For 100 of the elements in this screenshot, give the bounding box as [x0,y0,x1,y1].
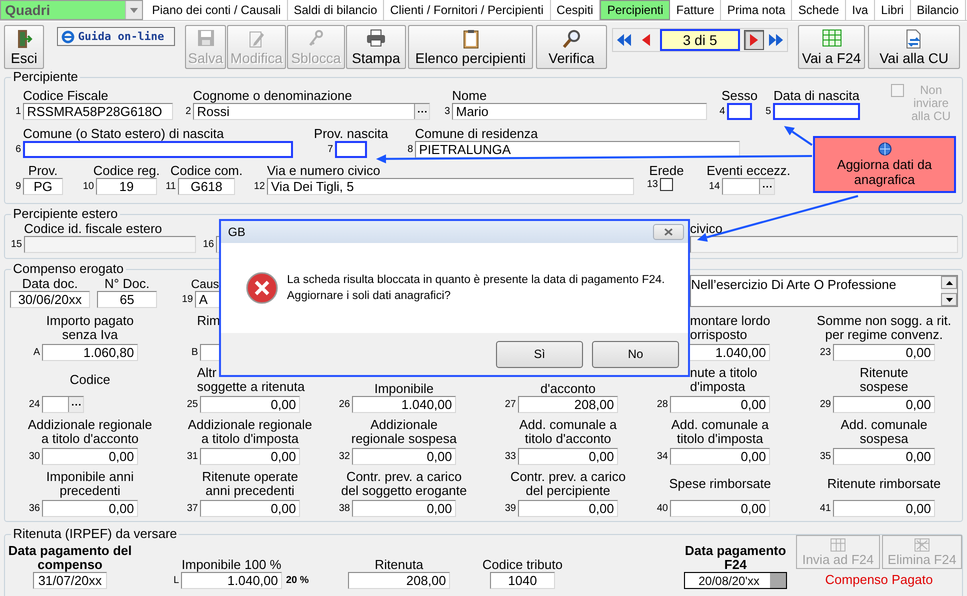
input-field[interactable] [773,103,860,120]
pager-button[interactable] [744,30,764,50]
toolbar-button[interactable]: Esci [4,25,44,69]
lookup-button[interactable] [414,104,429,119]
input-field[interactable]: Rossi [193,103,430,120]
field-number: 10 [82,180,94,192]
toolbar-button[interactable]: Vai a F24 [798,25,865,69]
field-label: Nome [452,89,487,103]
field-label: nute a titolo d'imposta [690,366,758,394]
input-field[interactable]: 1.060,80 [42,344,138,361]
input-field[interactable]: Via Dei Tigli, 5 [267,178,634,195]
input-field[interactable] [722,178,775,195]
input-field[interactable]: 0,00 [200,448,300,465]
field-number: 41 [818,502,831,514]
input-field[interactable]: RSSMRA58P28G618O [23,103,173,120]
field-number: 35 [818,450,831,462]
field-label: Codice reg. [93,164,160,178]
floppy-icon [196,29,214,47]
input-field[interactable]: 0,00 [670,396,770,413]
input-field[interactable]: 0,00 [670,448,770,465]
toolbar-button[interactable]: Elenco percipienti [408,25,533,69]
lookup-button[interactable] [759,179,774,194]
input-field[interactable]: 0,00 [42,500,138,517]
field-number: 8 [406,144,413,156]
input-field[interactable]: 0,00 [200,500,300,517]
field-number: 5 [764,106,771,118]
input-field[interactable]: 0,00 [833,396,935,413]
field-label: Codice com. [170,164,243,178]
input-field[interactable]: 0,00 [42,448,138,465]
input-field[interactable]: PIETRALUNGA [415,141,740,158]
input-field[interactable]: 0,00 [670,500,770,517]
input-field[interactable]: 208,00 [518,396,618,413]
input-field[interactable]: 0,00 [833,448,935,465]
dialog-button[interactable]: Sì [496,340,583,368]
text-area[interactable]: Nell’esercizio Di Arte O Professione [690,275,958,307]
input-field[interactable] [42,396,84,413]
field-number: 3 [443,106,450,118]
field-number: A [32,346,40,358]
document-icon [905,29,923,49]
input-field[interactable]: 1040 [490,572,555,589]
field-number: 2 [184,106,191,118]
tab[interactable]: Cespiti [550,0,600,20]
input-field[interactable]: 30/06/20xx [10,291,90,308]
input-field[interactable]: 1.040,00 [181,572,282,589]
lookup-button[interactable] [68,397,83,412]
scroll-down-button[interactable] [941,293,957,306]
field-number: 32 [338,450,350,462]
date-field[interactable]: 20/08/20'xx [684,572,787,589]
field-label: Ritenute operate anni precedenti [202,470,298,498]
input-field[interactable] [727,103,752,120]
caret-icon [130,8,138,12]
toolbar-button[interactable]: Stampa [346,25,406,69]
input-field[interactable] [24,236,196,253]
tab[interactable]: Bilancio [910,0,966,20]
input-field[interactable] [690,236,958,253]
input-field[interactable]: 0,00 [518,500,618,517]
close-button[interactable] [653,224,684,240]
field-label: Codice [70,372,110,386]
checkbox-label: Non inviare alla CU [910,84,952,123]
input-field[interactable]: PG [23,178,63,195]
field-number: 30 [28,450,40,462]
input-field[interactable]: 0,00 [200,396,300,413]
field-number: 24 [28,398,40,410]
tab[interactable]: Percipienti [600,0,670,20]
input-field[interactable]: 1.040,00 [352,396,456,413]
input-field[interactable]: 0,00 [352,500,456,517]
field-number: 28 [656,398,668,410]
input-field[interactable]: 65 [97,291,157,308]
input-field[interactable]: Mario [452,103,707,120]
input-field[interactable]: 0,00 [352,448,456,465]
section-dropdown[interactable]: Quadri [0,0,143,20]
field-number: 29 [818,398,831,410]
help-button[interactable]: Guida on-line [57,27,175,46]
browser-icon [61,30,75,44]
toolbar-button[interactable]: Vai alla CU [868,25,960,69]
field-number: 12 [252,180,265,192]
ellipsis-icon [72,403,80,406]
field-label: Addizionale regionale a titolo d'acconto [28,418,152,446]
input-field[interactable]: G618 [178,178,235,195]
record-counter: 3 di 5 [660,29,740,51]
field-number: 38 [338,502,350,514]
input-field[interactable]: 19 [96,178,157,195]
input-field[interactable]: 0,00 [833,500,935,517]
input-field[interactable]: 208,00 [348,572,450,589]
input-field[interactable] [335,141,367,158]
checkbox[interactable] [660,178,673,191]
field-label: Prov. nascita [314,127,388,141]
scroll-up-button[interactable] [941,276,957,289]
toolbar-button[interactable]: Verifica [536,25,607,69]
input-field[interactable]: 0,00 [518,448,618,465]
field-number: 39 [504,502,516,514]
field-label: Codice id. fiscale estero [24,222,162,236]
field-number: 16 [202,238,214,250]
field-label: Rim [197,314,220,328]
right-arrow-icon [749,33,759,47]
field-label: d'acconto [540,382,596,396]
dialog-button[interactable]: No [592,340,679,368]
input-field[interactable]: 0,00 [833,344,935,361]
input-field[interactable] [23,141,293,158]
input-field[interactable]: 31/07/20xx [33,572,107,589]
